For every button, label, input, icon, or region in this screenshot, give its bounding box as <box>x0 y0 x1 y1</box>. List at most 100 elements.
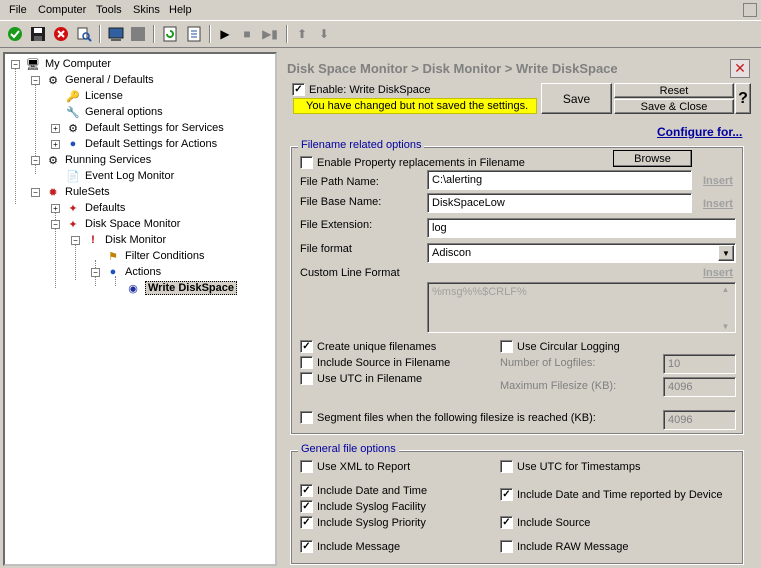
export-icon[interactable] <box>184 24 204 44</box>
file-format-select[interactable]: Adiscon <box>427 243 736 263</box>
tree-node-general-options[interactable]: 🔧 General options <box>65 104 163 120</box>
expander[interactable]: − <box>51 220 60 229</box>
segment-files-checkbox[interactable]: Segment files when the following filesiz… <box>300 411 596 424</box>
help-button[interactable]: ? <box>735 83 751 114</box>
checkbox-box <box>300 156 313 169</box>
include-priority-checkbox[interactable]: ✓ Include Syslog Priority <box>300 516 426 529</box>
save-button[interactable]: Save <box>541 83 612 114</box>
menu-help[interactable]: Help <box>169 4 192 16</box>
services-icon: ⚙ <box>68 122 78 135</box>
create-unique-checkbox[interactable]: ✓ Create unique filenames <box>300 340 436 353</box>
menu-file[interactable]: File <box>9 4 27 16</box>
use-utc-timestamps-checkbox[interactable]: Use UTC for Timestamps <box>500 460 640 473</box>
expander[interactable]: − <box>11 60 20 69</box>
file-path-label: File Path Name: <box>300 176 379 188</box>
expander[interactable]: − <box>31 76 40 85</box>
browse-button[interactable]: Browse <box>613 150 692 167</box>
tree-node-default-services[interactable]: ⚙ Default Settings for Services <box>65 120 224 136</box>
tree-node-running-services[interactable]: ⚙ Running Services <box>45 152 151 168</box>
insert-link[interactable]: Insert <box>703 175 733 187</box>
checkbox-box <box>300 411 313 424</box>
menu-computer[interactable]: Computer <box>38 4 86 16</box>
include-date-device-checkbox[interactable]: ✓ Include Date and Time reported by Devic… <box>500 488 722 501</box>
configuration-tree[interactable]: − 🖥 My Computer − ⚙ General / Defaults 🔑 Li… <box>3 52 277 566</box>
expander[interactable]: − <box>71 236 80 245</box>
circular-logging-checkbox[interactable]: Use Circular Logging <box>500 340 620 353</box>
checkbox-box: ✓ <box>300 340 313 353</box>
configure-for-link[interactable]: Configure for... <box>657 125 742 139</box>
include-raw-checkbox[interactable]: Include RAW Message <box>500 540 628 553</box>
expander[interactable]: − <box>31 188 40 197</box>
play-icon[interactable]: ▶ <box>215 24 235 44</box>
filename-group-title: Filename related options <box>298 139 425 151</box>
reset-button[interactable]: Reset <box>614 83 734 98</box>
gears-icon: ⚙ <box>48 154 58 167</box>
arrow-down-icon: ⬇ <box>318 27 330 41</box>
checkbox-box: ✓ <box>300 516 313 529</box>
tree-node-general-defaults[interactable]: ⚙ General / Defaults <box>45 72 154 88</box>
custom-line-textarea: %msg%%$CRLF% <box>427 282 736 333</box>
expander[interactable]: + <box>51 124 60 133</box>
save-disk-icon[interactable] <box>28 24 48 44</box>
breadcrumb: Disk Space Monitor > Disk Monitor > Writ… <box>287 61 618 76</box>
window-control[interactable] <box>743 3 757 17</box>
include-source-checkbox[interactable]: ✓ Include Source <box>500 516 590 529</box>
expander[interactable]: + <box>51 140 60 149</box>
checkbox-box: ✓ <box>500 516 513 529</box>
include-facility-checkbox[interactable]: ✓ Include Syslog Facility <box>300 500 426 513</box>
checkbox-box: ✓ <box>300 484 313 497</box>
stop-icon: ■ <box>243 27 251 41</box>
expander[interactable]: − <box>31 156 40 165</box>
menu-tools[interactable]: Tools <box>96 4 122 16</box>
chevron-down-icon[interactable]: ▼ <box>718 245 734 261</box>
tree-node-defaults[interactable]: ✦ Defaults <box>65 200 125 216</box>
tree-node-disk-monitor[interactable]: ! Disk Monitor <box>85 232 166 248</box>
tree-node-disk-space-monitor[interactable]: ✦ Disk Space Monitor <box>65 216 180 232</box>
disabled-icon <box>128 24 148 44</box>
use-xml-checkbox[interactable]: Use XML to Report <box>300 460 410 473</box>
num-logfiles-label: Number of Logfiles: <box>500 357 596 369</box>
refresh-icon[interactable] <box>160 24 180 44</box>
include-message-checkbox[interactable]: ✓ Include Message <box>300 540 400 553</box>
segment-size-input: 4096 <box>663 410 736 430</box>
expander[interactable]: − <box>91 268 100 277</box>
computer-icon[interactable] <box>106 24 126 44</box>
alert-icon: ! <box>91 234 95 246</box>
cancel-icon[interactable] <box>51 24 71 44</box>
file-base-input[interactable]: DiskSpaceLow <box>427 193 692 213</box>
save-close-button[interactable]: Save & Close <box>614 99 734 114</box>
use-utc-filename-checkbox[interactable]: Use UTC in Filename <box>300 372 422 385</box>
checkbox-box <box>500 340 513 353</box>
insert-link[interactable]: Insert <box>703 198 733 210</box>
tree-node-my-computer[interactable]: 🖥 My Computer <box>25 56 111 72</box>
enable-checkbox[interactable]: ✓ Enable: Write DiskSpace <box>292 83 430 96</box>
ruleset-icon: ✹ <box>48 186 58 199</box>
checkbox-box: ✓ <box>300 500 313 513</box>
include-date-checkbox[interactable]: ✓ Include Date and Time <box>300 484 427 497</box>
file-extension-input[interactable]: log <box>427 218 736 238</box>
menu-skins[interactable]: Skins <box>133 4 160 16</box>
file-path-input[interactable]: C:\alerting <box>427 170 692 190</box>
actions-icon: ● <box>109 266 117 278</box>
insert-link: Insert <box>703 267 733 279</box>
settings-icon: ⚙ <box>48 74 58 87</box>
tree-node-rulesets[interactable]: ✹ RuleSets <box>45 184 109 200</box>
checkbox-box: ✓ <box>292 83 305 96</box>
enable-property-checkbox[interactable]: Enable Property replacements in Filename <box>300 156 525 169</box>
tree-node-license[interactable]: 🔑 License <box>65 88 123 104</box>
checkbox-box: ✓ <box>300 540 313 553</box>
tree-node-actions[interactable]: ● Actions <box>105 264 161 280</box>
include-source-filename-checkbox[interactable]: Include Source in Filename <box>300 356 450 369</box>
expander[interactable]: + <box>51 204 60 213</box>
check-icon[interactable] <box>5 24 25 44</box>
computer-icon: 🖥 <box>26 58 40 71</box>
search-icon[interactable] <box>74 24 94 44</box>
step-icon: ▶▮ <box>262 27 278 41</box>
checkbox-box <box>300 372 313 385</box>
tree-node-filter-conditions[interactable]: ⚑ Filter Conditions <box>105 248 204 264</box>
close-icon[interactable]: ✕ <box>730 59 750 78</box>
write-icon: ◉ <box>128 282 138 295</box>
tree-node-write-diskspace[interactable]: ◉ Write DiskSpace <box>125 280 238 296</box>
tree-node-default-actions[interactable]: ● Default Settings for Actions <box>65 136 217 152</box>
tree-node-event-log-monitor[interactable]: 📄 Event Log Monitor <box>65 168 174 184</box>
